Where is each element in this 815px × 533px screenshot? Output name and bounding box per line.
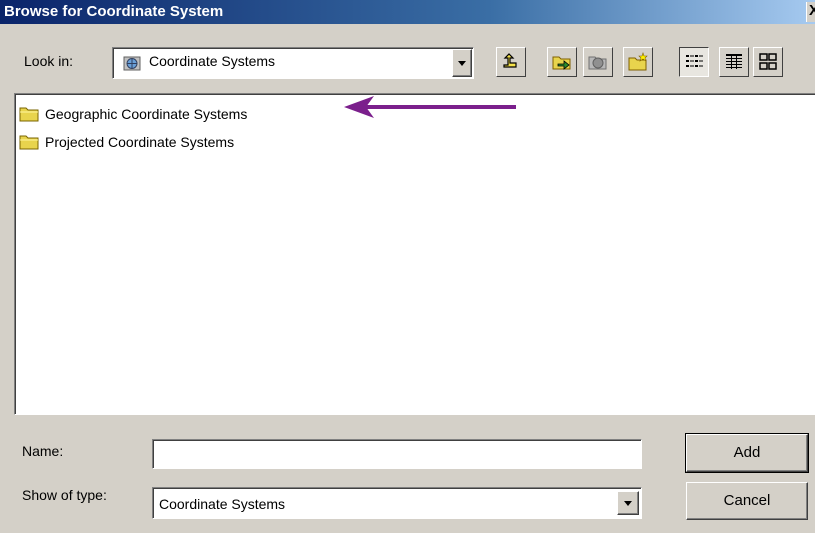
look-in-label: Look in:: [24, 53, 74, 69]
add-button[interactable]: Add: [685, 433, 809, 473]
window-title: Browse for Coordinate System: [4, 3, 224, 20]
details-view-button[interactable]: [719, 47, 749, 77]
disconnect-folder-button[interactable]: [583, 47, 613, 77]
show-of-type-dropdown-button[interactable]: [617, 491, 639, 515]
close-button[interactable]: X: [806, 2, 815, 22]
title-bar: Browse for Coordinate System: [0, 0, 815, 24]
show-of-type-dropdown[interactable]: Coordinate Systems: [152, 487, 642, 519]
up-one-level-button[interactable]: [496, 47, 526, 77]
list-view-button[interactable]: [679, 47, 709, 77]
show-of-type-value: Coordinate Systems: [159, 496, 286, 512]
file-list[interactable]: Geographic Coordinate Systems Projected …: [14, 93, 815, 415]
thumbnails-view-button[interactable]: [753, 47, 783, 77]
list-item-geographic[interactable]: Geographic Coordinate Systems: [19, 102, 247, 126]
list-item-label: Geographic Coordinate Systems: [45, 106, 248, 122]
look-in-dropdown[interactable]: Coordinate Systems: [112, 47, 474, 79]
look-in-dropdown-button[interactable]: [452, 49, 472, 77]
name-label: Name:: [22, 443, 64, 459]
new-folder-button[interactable]: [623, 47, 653, 77]
cancel-button[interactable]: Cancel: [686, 482, 808, 520]
look-in-value: Coordinate Systems: [149, 53, 276, 69]
show-of-type-label: Show of type:: [22, 487, 107, 503]
list-item-label: Projected Coordinate Systems: [45, 134, 235, 150]
connect-folder-button[interactable]: [547, 47, 577, 77]
coordinate-systems-icon: [123, 54, 141, 75]
list-item-projected[interactable]: Projected Coordinate Systems: [19, 130, 234, 154]
folder-icon: [19, 134, 41, 150]
name-input[interactable]: [152, 439, 642, 469]
arrow-left-icon: [340, 94, 520, 123]
folder-icon: [19, 106, 41, 122]
